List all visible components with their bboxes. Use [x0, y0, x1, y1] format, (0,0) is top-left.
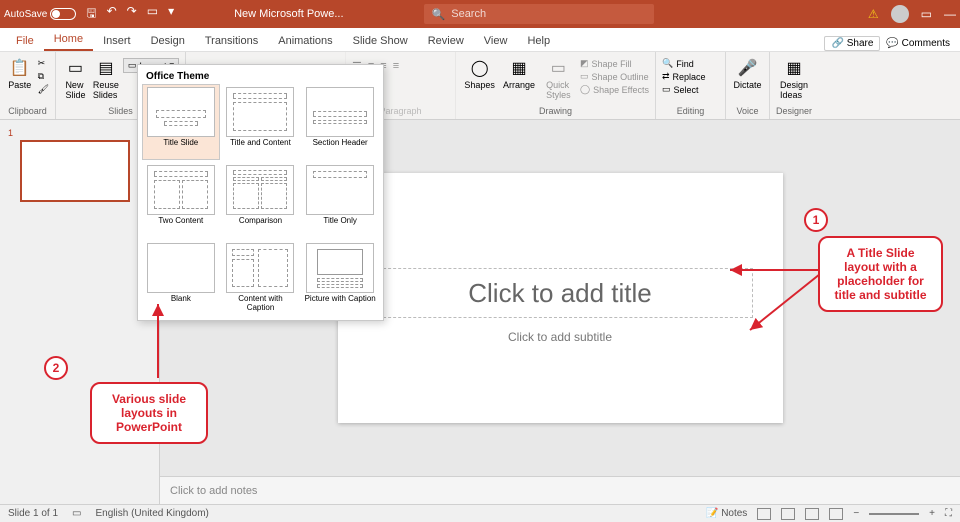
clipboard-icon: 📋 — [10, 58, 30, 78]
tab-review[interactable]: Review — [418, 31, 474, 51]
copy-icon[interactable]: ⧉ — [38, 71, 49, 82]
annotation-badge-1: 1 — [804, 208, 828, 232]
group-clipboard-label: Clipboard — [6, 106, 49, 117]
quick-styles-button[interactable]: ▭Quick Styles — [541, 54, 576, 100]
slide-sorter-icon[interactable] — [781, 508, 795, 520]
spell-check-icon[interactable]: ▭ — [72, 508, 81, 519]
reuse-slides-icon: ▤ — [96, 58, 116, 78]
zoom-slider[interactable] — [869, 513, 919, 515]
toggle-icon — [50, 8, 76, 20]
slide-thumbnail-panel: 1 — [0, 120, 160, 504]
arrange-button[interactable]: ▦Arrange — [501, 54, 536, 90]
reading-view-icon[interactable] — [805, 508, 819, 520]
title-placeholder[interactable]: Click to add title — [368, 268, 753, 318]
dropdown-icon[interactable]: ▾ — [168, 4, 174, 25]
tab-view[interactable]: View — [474, 31, 518, 51]
format-painter-icon[interactable]: 🖌 — [38, 84, 49, 95]
notes-button[interactable]: 📝 Notes — [706, 508, 747, 519]
share-button[interactable]: 🔗 Share — [824, 36, 880, 51]
tab-help[interactable]: Help — [517, 31, 560, 51]
ribbon-options-icon[interactable]: ▭ — [921, 7, 932, 21]
shape-outline-button[interactable]: ▭ Shape Outline — [580, 71, 649, 82]
dictate-button[interactable]: 🎤Dictate — [732, 54, 763, 90]
microphone-icon: 🎤 — [738, 58, 758, 78]
notes-pane[interactable]: Click to add notes — [160, 476, 960, 504]
layout-content-with-caption[interactable]: Content with Caption — [222, 240, 300, 316]
shape-effects-button[interactable]: ◯ Shape Effects — [580, 84, 649, 95]
subtitle-placeholder[interactable]: Click to add subtitle — [398, 323, 723, 351]
language-button[interactable]: English (United Kingdom) — [96, 508, 209, 519]
titlebar: AutoSave 🖫 ↶ ↷ ▭ ▾ New Microsoft Powe...… — [0, 0, 960, 28]
align-center-icon[interactable]: ≡ — [393, 60, 399, 72]
reuse-slides-button[interactable]: ▤ Reuse Slides — [93, 54, 119, 100]
fit-to-window-icon[interactable]: ⛶ — [945, 508, 952, 519]
slide-counter[interactable]: Slide 1 of 1 — [8, 508, 58, 519]
layout-two-content[interactable]: Two Content — [142, 162, 220, 238]
layout-title-slide[interactable]: Title Slide — [142, 84, 220, 160]
replace-button[interactable]: ⇄ Replace — [662, 71, 706, 82]
layout-blank[interactable]: Blank — [142, 240, 220, 316]
warning-icon[interactable]: ⚠ — [868, 7, 879, 21]
tab-transitions[interactable]: Transitions — [195, 31, 268, 51]
search-input[interactable]: 🔍 Search — [424, 4, 654, 24]
layout-comparison[interactable]: Comparison — [222, 162, 300, 238]
select-button[interactable]: ▭ Select — [662, 84, 706, 95]
normal-view-icon[interactable] — [757, 508, 771, 520]
shapes-button[interactable]: ◯Shapes — [462, 54, 497, 90]
user-avatar[interactable] — [891, 5, 909, 23]
autosave-label: AutoSave — [4, 9, 47, 20]
slide-thumbnail-number: 1 — [8, 128, 151, 138]
arrange-icon: ▦ — [509, 58, 529, 78]
group-drawing-label: Drawing — [462, 106, 649, 117]
shapes-icon: ◯ — [470, 58, 490, 78]
annotation-callout-1: A Title Slide layout with a placeholder … — [818, 236, 943, 312]
autosave-toggle[interactable]: AutoSave — [4, 8, 76, 20]
annotation-badge-2: 2 — [44, 356, 68, 380]
zoom-out-icon[interactable]: − — [853, 508, 859, 519]
cut-icon[interactable]: ✂ — [38, 58, 49, 69]
minimize-icon[interactable]: — — [944, 7, 956, 21]
slideshow-view-icon[interactable] — [829, 508, 843, 520]
statusbar: Slide 1 of 1 ▭ English (United Kingdom) … — [0, 504, 960, 522]
new-slide-icon: ▭ — [65, 58, 85, 78]
tab-slideshow[interactable]: Slide Show — [343, 31, 418, 51]
annotation-callout-2: Various slide layouts in PowerPoint — [90, 382, 208, 444]
group-editing-label: Editing — [662, 106, 719, 117]
quick-styles-icon: ▭ — [548, 58, 568, 78]
layout-title-only[interactable]: Title Only — [301, 162, 379, 238]
layout-dropdown-heading: Office Theme — [142, 69, 379, 84]
slide-thumbnail[interactable] — [20, 140, 130, 202]
layout-section-header[interactable]: Section Header — [301, 84, 379, 160]
group-voice-label: Voice — [732, 106, 763, 117]
tab-file[interactable]: File — [6, 31, 44, 51]
slide: Click to add title Click to add subtitle — [338, 173, 783, 423]
layout-picture-with-caption[interactable]: Picture with Caption — [301, 240, 379, 316]
shape-fill-button[interactable]: ◩ Shape Fill — [580, 58, 649, 69]
undo-icon[interactable]: ↶ — [107, 4, 117, 25]
search-placeholder: Search — [451, 8, 486, 20]
start-show-icon[interactable]: ▭ — [147, 4, 158, 25]
paste-button[interactable]: 📋 Paste — [6, 54, 34, 90]
tab-animations[interactable]: Animations — [268, 31, 342, 51]
search-icon: 🔍 — [432, 8, 446, 21]
menubar: File Home Insert Design Transitions Anim… — [0, 28, 960, 52]
group-designer-label: Designer — [776, 106, 812, 117]
document-title: New Microsoft Powe... — [234, 8, 343, 20]
find-button[interactable]: 🔍 Find — [662, 58, 706, 69]
tab-insert[interactable]: Insert — [93, 31, 141, 51]
comments-button[interactable]: 💬 Comments — [886, 38, 950, 49]
design-ideas-icon: ▦ — [784, 58, 804, 78]
tab-home[interactable]: Home — [44, 29, 93, 51]
redo-icon[interactable]: ↷ — [127, 4, 137, 25]
tab-design[interactable]: Design — [141, 31, 195, 51]
design-ideas-button[interactable]: ▦Design Ideas — [776, 54, 812, 100]
zoom-in-icon[interactable]: + — [929, 508, 935, 519]
layout-title-and-content[interactable]: Title and Content — [222, 84, 300, 160]
layout-dropdown: Office Theme Title Slide Title and Conte… — [137, 64, 384, 321]
save-icon[interactable]: 🖫 — [86, 4, 96, 25]
new-slide-button[interactable]: ▭ New Slide — [62, 54, 89, 100]
quick-access-toolbar: 🖫 ↶ ↷ ▭ ▾ — [86, 4, 174, 25]
